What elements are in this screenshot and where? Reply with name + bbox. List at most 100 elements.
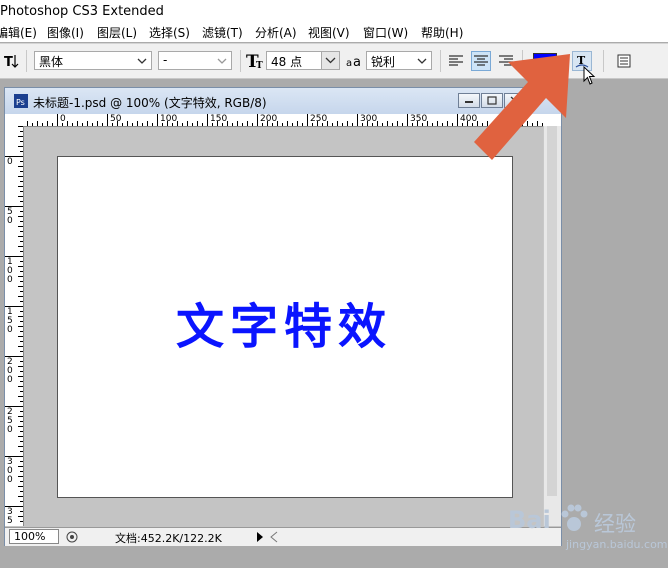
- ruler-tick: [152, 123, 153, 126]
- font-size-dropdown-button[interactable]: [321, 52, 339, 69]
- ruler-tick: [20, 181, 23, 182]
- antialias-select[interactable]: 锐利: [366, 51, 432, 70]
- ruler-tick: [20, 221, 23, 222]
- watermark-brand: Bai: [508, 506, 551, 534]
- chevron-down-icon: [217, 58, 227, 64]
- ruler-tick: [407, 114, 408, 126]
- chevron-down-icon: [417, 58, 427, 64]
- zoom-field[interactable]: 100%: [9, 529, 59, 544]
- ruler-tick: [337, 121, 338, 126]
- font-size-select[interactable]: 48 点: [266, 51, 340, 70]
- menu-filter[interactable]: 滤镜(T): [202, 24, 243, 41]
- ruler-tick: [18, 176, 23, 177]
- ruler-tick: [18, 266, 23, 267]
- ruler-tick: [20, 371, 23, 372]
- ruler-label: 50: [110, 114, 122, 124]
- menu-analysis[interactable]: 分析(A): [255, 24, 297, 41]
- ruler-tick: [18, 146, 23, 147]
- ruler-tick: [187, 121, 188, 126]
- ruler-tick: [252, 123, 253, 126]
- text-orientation-icon[interactable]: T: [2, 51, 22, 71]
- ruler-tick: [20, 341, 23, 342]
- ruler-tick: [20, 451, 23, 452]
- font-size-value: 48 点: [271, 55, 303, 69]
- ruler-tick: [57, 114, 58, 126]
- ruler-tick: [142, 123, 143, 126]
- canvas-text-layer[interactable]: 文字特效: [176, 287, 392, 357]
- ruler-tick: [97, 121, 98, 126]
- ruler-tick: [77, 121, 78, 126]
- ruler-tick: [20, 131, 23, 132]
- status-options-icon[interactable]: [65, 530, 79, 544]
- scroll-thumb[interactable]: [547, 126, 557, 496]
- ruler-tick: [237, 121, 238, 126]
- font-style-select[interactable]: -: [158, 51, 232, 70]
- document-info: 文档:452.2K/122.2K: [115, 532, 222, 545]
- ruler-tick: [242, 123, 243, 126]
- separator: [240, 50, 241, 72]
- ruler-tick: [18, 246, 23, 247]
- menu-image[interactable]: 图像(I): [47, 24, 84, 41]
- ruler-tick: [307, 114, 308, 126]
- ruler-tick: [18, 466, 23, 467]
- ruler-tick: [20, 151, 23, 152]
- watermark-suffix: 经验: [594, 512, 636, 536]
- ruler-tick: [42, 123, 43, 126]
- ruler-tick: [157, 114, 158, 126]
- ruler-tick: [387, 121, 388, 126]
- menu-help[interactable]: 帮助(H): [421, 24, 463, 41]
- status-menu-arrow-icon[interactable]: [255, 531, 265, 543]
- ruler-tick: [392, 123, 393, 126]
- ruler-tick: [18, 236, 23, 237]
- ruler-tick: [18, 296, 23, 297]
- ruler-tick: [20, 161, 23, 162]
- menu-window[interactable]: 窗口(W): [363, 24, 408, 41]
- ruler-label: 2 0 0: [7, 357, 13, 385]
- ruler-tick: [72, 123, 73, 126]
- separator: [440, 50, 441, 72]
- menu-layer[interactable]: 图层(L): [97, 24, 137, 41]
- annotation-arrow-icon: [474, 54, 570, 160]
- ruler-tick: [18, 276, 23, 277]
- ruler-tick: [20, 211, 23, 212]
- ruler-tick: [447, 121, 448, 126]
- ruler-tick: [18, 446, 23, 447]
- ruler-tick: [18, 436, 23, 437]
- ruler-tick: [27, 121, 28, 126]
- ruler-tick: [20, 511, 23, 512]
- ruler-tick: [452, 123, 453, 126]
- ruler-label: 2 5 0: [7, 407, 13, 435]
- ruler-tick: [18, 496, 23, 497]
- font-family-select[interactable]: 黑体: [34, 51, 152, 70]
- menu-select[interactable]: 选择(S): [149, 24, 190, 41]
- ruler-tick: [147, 121, 148, 126]
- ruler-tick: [182, 123, 183, 126]
- ruler-tick: [437, 121, 438, 126]
- document-title: 未标题-1.psd @ 100% (文字特效, RGB/8): [33, 96, 267, 110]
- ruler-tick: [357, 114, 358, 126]
- ruler-tick: [20, 141, 23, 142]
- ruler-tick: [20, 521, 23, 522]
- ruler-label: 3 5: [7, 507, 13, 526]
- scroll-left-icon[interactable]: [269, 531, 279, 543]
- align-left-icon[interactable]: [446, 51, 466, 71]
- menu-view[interactable]: 视图(V): [308, 24, 350, 41]
- character-panel-icon[interactable]: [614, 51, 634, 71]
- ruler-tick: [20, 361, 23, 362]
- ruler-tick: [107, 114, 108, 126]
- ruler-tick: [352, 123, 353, 126]
- ruler-tick: [18, 486, 23, 487]
- ruler-tick: [20, 411, 23, 412]
- ruler-tick: [20, 471, 23, 472]
- ruler-tick: [137, 121, 138, 126]
- ruler-label: 1 5 0: [7, 307, 13, 335]
- antialias-icon: aa: [345, 51, 365, 71]
- ruler-tick: [20, 171, 23, 172]
- document-canvas[interactable]: 文字特效: [57, 156, 513, 498]
- ruler-tick: [47, 121, 48, 126]
- vertical-scrollbar[interactable]: [543, 126, 561, 526]
- menu-edit[interactable]: 编辑(E): [0, 24, 37, 41]
- ruler-tick: [20, 431, 23, 432]
- ruler-tick: [20, 241, 23, 242]
- ruler-label: 1 0 0: [7, 257, 13, 285]
